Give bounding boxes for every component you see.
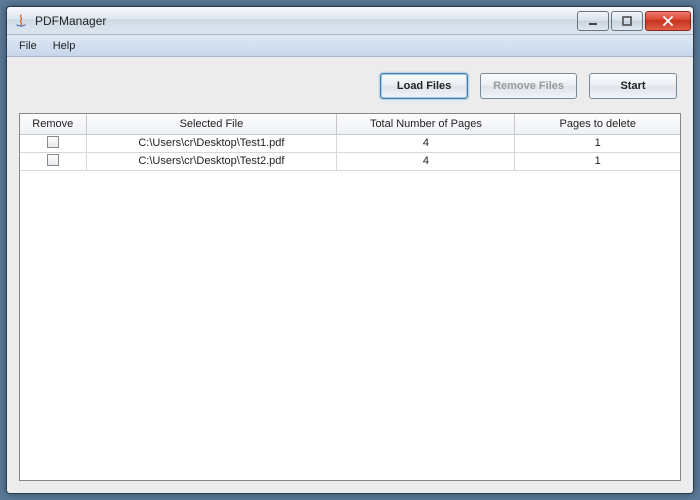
menubar: File Help — [7, 35, 693, 57]
cell-remove[interactable] — [20, 134, 86, 152]
titlebar[interactable]: PDFManager — [7, 7, 693, 35]
main-window: PDFManager File Help Load Files Remove F… — [6, 6, 694, 494]
col-header-remove[interactable]: Remove — [20, 114, 86, 134]
window-title: PDFManager — [35, 14, 577, 28]
col-header-pages[interactable]: Total Number of Pages — [337, 114, 515, 134]
load-files-button[interactable]: Load Files — [380, 73, 468, 99]
cell-pages[interactable]: 4 — [337, 134, 515, 152]
cell-delete[interactable]: 1 — [515, 152, 680, 170]
cell-file[interactable]: C:\Users\cr\Desktop\Test1.pdf — [86, 134, 337, 152]
cell-pages[interactable]: 4 — [337, 152, 515, 170]
close-button[interactable] — [645, 11, 691, 31]
menu-help[interactable]: Help — [45, 35, 84, 56]
cell-file[interactable]: C:\Users\cr\Desktop\Test2.pdf — [86, 152, 337, 170]
menu-file[interactable]: File — [11, 35, 45, 56]
col-header-delete[interactable]: Pages to delete — [515, 114, 680, 134]
table-row[interactable]: C:\Users\cr\Desktop\Test1.pdf 4 1 — [20, 134, 680, 152]
window-controls — [577, 11, 691, 31]
cell-delete[interactable]: 1 — [515, 134, 680, 152]
cell-remove[interactable] — [20, 152, 86, 170]
start-button[interactable]: Start — [589, 73, 677, 99]
file-table: Remove Selected File Total Number of Pag… — [20, 114, 680, 171]
remove-checkbox[interactable] — [47, 136, 59, 148]
col-header-file[interactable]: Selected File — [86, 114, 337, 134]
toolbar: Load Files Remove Files Start — [19, 67, 681, 113]
remove-files-button[interactable]: Remove Files — [480, 73, 577, 99]
content-area: Load Files Remove Files Start Remove Sel… — [7, 57, 693, 493]
file-table-container: Remove Selected File Total Number of Pag… — [19, 113, 681, 481]
minimize-button[interactable] — [577, 11, 609, 31]
table-row[interactable]: C:\Users\cr\Desktop\Test2.pdf 4 1 — [20, 152, 680, 170]
remove-checkbox[interactable] — [47, 154, 59, 166]
maximize-button[interactable] — [611, 11, 643, 31]
table-header-row: Remove Selected File Total Number of Pag… — [20, 114, 680, 134]
java-icon — [13, 13, 29, 29]
